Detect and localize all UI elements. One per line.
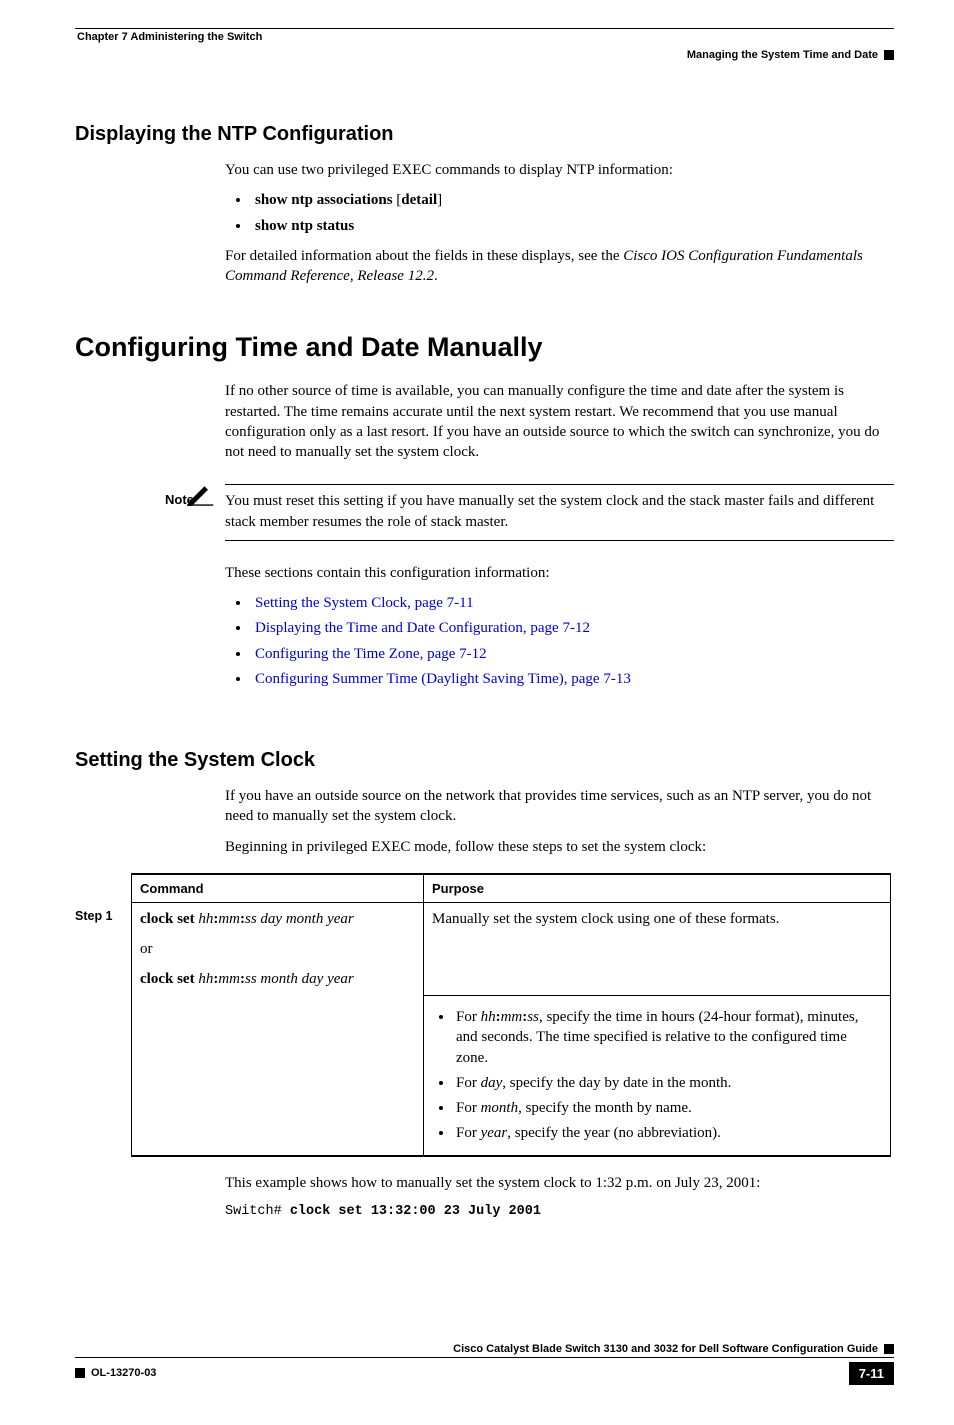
list-item: For year, specify the year (no abbreviat…: [454, 1123, 882, 1143]
heading-config-time-date: Configuring Time and Date Manually: [75, 332, 894, 363]
list-item: Configuring Summer Time (Daylight Saving…: [251, 669, 894, 689]
command-table: Command Purpose clock set hh:mm:ss day m…: [131, 873, 891, 1157]
body-text: This example shows how to manually set t…: [225, 1173, 894, 1193]
list-item: For hh:mm:ss, specify the time in hours …: [454, 1007, 882, 1068]
list-item: For day, specify the day by date in the …: [454, 1073, 882, 1093]
body-text: If you have an outside source on the net…: [225, 786, 894, 827]
table-cell-empty: [132, 996, 424, 1156]
list-item: For month, specify the month by name.: [454, 1098, 882, 1118]
header-marker-icon: [884, 50, 894, 60]
xref-link[interactable]: Setting the System Clock, page 7-11: [255, 595, 474, 611]
body-text: If no other source of time is available,…: [225, 381, 894, 462]
heading-setting-clock: Setting the System Clock: [75, 749, 894, 772]
chapter-label: Chapter 7 Administering the Switch: [77, 31, 262, 43]
table-header-purpose: Purpose: [424, 874, 891, 903]
guide-title: Cisco Catalyst Blade Switch 3130 and 303…: [453, 1343, 878, 1355]
note-text: Note You must reset this setting if you …: [225, 484, 894, 541]
page-number: 7-11: [849, 1362, 894, 1385]
list-item: show ntp status: [251, 216, 894, 236]
footer-guide-row: Cisco Catalyst Blade Switch 3130 and 303…: [75, 1341, 894, 1357]
page-header-section: Managing the System Time and Date: [75, 45, 894, 63]
section-label: Managing the System Time and Date: [687, 49, 878, 61]
link-list: Setting the System Clock, page 7-11 Disp…: [225, 593, 894, 689]
step-label: Step 1: [75, 873, 131, 923]
body-text: Beginning in privileged EXEC mode, follo…: [225, 837, 894, 857]
footer-marker-icon: [884, 1344, 894, 1354]
xref-link[interactable]: Configuring the Time Zone, page 7-12: [255, 646, 487, 662]
body-text: For detailed information about the field…: [225, 246, 894, 287]
code-example: Switch# clock set 13:32:00 23 July 2001: [225, 1203, 894, 1221]
doc-number: OL-13270-03: [91, 1367, 156, 1379]
body-text: These sections contain this configuratio…: [225, 563, 894, 583]
table-cell-purpose-list: For hh:mm:ss, specify the time in hours …: [424, 996, 891, 1156]
table-cell-command: clock set hh:mm:ss day month year or clo…: [132, 902, 424, 995]
list-item: Displaying the Time and Date Configurati…: [251, 618, 894, 638]
footer-marker-icon: [75, 1368, 85, 1378]
page-header-row: Chapter 7 Administering the Switch: [75, 31, 894, 45]
list-item: Setting the System Clock, page 7-11: [251, 593, 894, 613]
xref-link[interactable]: Displaying the Time and Date Configurati…: [255, 620, 590, 636]
table-cell-purpose-intro: Manually set the system clock using one …: [424, 902, 891, 995]
command-list: show ntp associations [detail] show ntp …: [225, 190, 894, 236]
list-item: Configuring the Time Zone, page 7-12: [251, 644, 894, 664]
table-header-command: Command: [132, 874, 424, 903]
body-text: You can use two privileged EXEC commands…: [225, 160, 894, 180]
list-item: show ntp associations [detail]: [251, 190, 894, 210]
xref-link[interactable]: Configuring Summer Time (Daylight Saving…: [255, 671, 631, 687]
heading-ntp-config: Displaying the NTP Configuration: [75, 123, 894, 146]
